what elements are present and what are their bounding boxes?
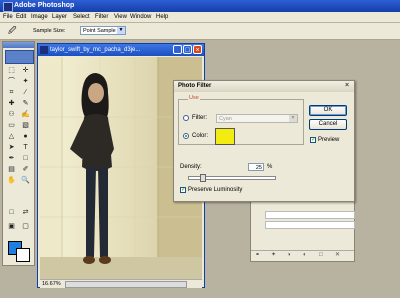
toolbox-panel: ⬚ ✛ ⌒ ✦ ⌗ ∕ ✚ ✎ ⚇ ✍ ▭ ▧ △ ● ➤ T ✒ □ ▤ ✐ … [2,41,35,266]
dodge-tool-icon[interactable]: ● [20,132,31,141]
lasso-tool-icon[interactable]: ⌒ [6,77,17,86]
density-label: Density: [180,164,202,170]
layer-row[interactable] [265,211,355,219]
history-brush-tool-icon[interactable]: ✍ [20,110,31,119]
marquee-tool-icon[interactable]: ⬚ [6,66,17,75]
mask-icon[interactable]: ◑ [287,251,291,260]
photoshop-logo-icon[interactable] [5,50,34,64]
app-title: Adobe Photoshop [14,2,75,9]
blur-tool-icon[interactable]: △ [6,132,17,141]
eraser-tool-icon[interactable]: ▭ [6,121,17,130]
dialog-title: Photo Filter [178,83,212,89]
gradient-tool-icon[interactable]: ▧ [20,121,31,130]
layer-row[interactable] [265,221,355,229]
filter-select-value: Cyan [219,116,232,122]
menu-bar: File Edit Image Layer Select Filter View… [0,12,400,23]
color-swatch[interactable] [215,128,235,145]
slice-tool-icon[interactable]: ∕ [20,88,31,97]
sample-size-value: Point Sample [83,28,116,34]
layers-panel-footer: ⚭ ✦ ◑ ◐ □ ✕ [251,250,354,261]
preview-checkbox[interactable]: ✓ [310,137,316,143]
preview-label: Preview [318,137,340,143]
new-group-icon[interactable]: □ [319,251,323,260]
minimize-button[interactable]: _ [173,45,182,54]
menu-help[interactable]: Help [156,13,168,21]
adjustment-layer-icon[interactable]: ◐ [303,251,307,260]
density-slider-thumb[interactable] [200,174,206,182]
color-label: Color: [192,133,209,139]
menu-select[interactable]: Select [73,13,90,21]
cancel-button[interactable]: Cancel [309,119,347,130]
sample-size-label: Sample Size: [33,28,66,34]
document-status-bar: 16.67% [40,279,202,288]
swap-colors-icon[interactable]: ⇄ [20,208,31,217]
menu-view[interactable]: View [114,13,127,21]
color-radio[interactable] [183,133,189,139]
app-title-bar: Adobe Photoshop [0,0,400,12]
ok-button[interactable]: OK [309,105,347,116]
background-color-swatch[interactable] [16,248,30,262]
quick-mask-icon[interactable]: ▣ [6,222,17,231]
menu-file[interactable]: File [3,13,13,21]
trash-icon[interactable]: ✕ [335,251,340,260]
options-bar: 🖉 Sample Size: Point Sample ▼ [0,23,400,40]
filter-radio[interactable] [183,115,189,121]
eyedropper-tool-icon[interactable]: 🖉 [8,26,22,36]
density-input[interactable]: 25 [248,163,264,171]
shape-tool-icon[interactable]: □ [20,154,31,163]
sample-size-select[interactable]: Point Sample ▼ [80,26,126,35]
dialog-close-icon[interactable]: × [343,82,351,90]
photo-filter-dialog: Photo Filter × Use Filter: Cyan ▼ Color:… [173,80,355,202]
filter-select[interactable]: Cyan ▼ [216,114,298,123]
type-tool-icon[interactable]: T [20,143,31,152]
zoom-tool-icon[interactable]: 🔍 [20,176,31,185]
maximize-button[interactable]: □ [183,45,192,54]
document-icon [40,46,48,54]
density-unit: % [267,164,273,170]
toolbox-header[interactable] [3,42,34,48]
notes-tool-icon[interactable]: ▤ [6,165,17,174]
stamp-tool-icon[interactable]: ⚇ [6,110,17,119]
hand-tool-icon[interactable]: ✋ [6,176,17,185]
screen-mode-icon[interactable]: ▢ [20,222,31,231]
brush-tool-icon[interactable]: ✎ [20,99,31,108]
layer-style-icon[interactable]: ✦ [271,251,276,260]
dialog-title-bar[interactable]: Photo Filter × [174,81,354,92]
menu-filter[interactable]: Filter [95,13,108,21]
horizontal-scrollbar[interactable] [65,281,187,288]
photoshop-icon [3,2,13,12]
zoom-level[interactable]: 16.67% [42,280,61,288]
chevron-down-icon: ▼ [289,115,297,122]
menu-edit[interactable]: Edit [16,13,26,21]
chevron-down-icon: ▼ [117,27,125,34]
eyedropper-tool-icon[interactable]: ✐ [20,165,31,174]
standard-mode-icon[interactable]: □ [6,208,17,217]
link-icon[interactable]: ⚭ [255,251,260,260]
magic-wand-tool-icon[interactable]: ✦ [20,77,31,86]
menu-window[interactable]: Window [130,13,151,21]
use-group-label: Use [188,95,200,101]
healing-brush-tool-icon[interactable]: ✚ [6,99,17,108]
menu-image[interactable]: Image [31,13,48,21]
close-button[interactable]: × [193,45,202,54]
preserve-luminosity-label: Preserve Luminosity [188,187,243,193]
move-tool-icon[interactable]: ✛ [20,66,31,75]
preserve-luminosity-checkbox[interactable]: ✓ [180,187,186,193]
path-selection-tool-icon[interactable]: ➤ [6,143,17,152]
filter-label: Filter: [192,115,207,121]
pen-tool-icon[interactable]: ✒ [6,154,17,163]
document-title: taylor_swift_by_mc_pacha_d3je... [50,47,141,53]
menu-layer[interactable]: Layer [52,13,67,21]
document-title-bar[interactable]: taylor_swift_by_mc_pacha_d3je... _ □ × [38,44,204,56]
crop-tool-icon[interactable]: ⌗ [6,88,17,97]
